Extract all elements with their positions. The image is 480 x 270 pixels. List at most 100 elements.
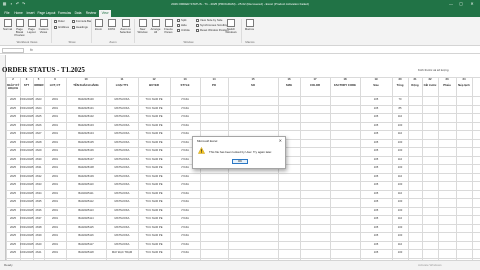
zoom-to-selection-button[interactable]: Zoom to Selection [119, 19, 132, 34]
table-cell[interactable]: MATSUOKA [106, 243, 138, 247]
table-cell[interactable]: MATSUOKA [106, 149, 138, 153]
table-cell[interactable]: 2624 [33, 107, 44, 111]
table-cell[interactable]: 2601 [44, 183, 66, 187]
table-cell[interactable]: TCU NL00 PE [138, 107, 170, 111]
table-cell[interactable]: 2601 [44, 217, 66, 221]
table-cell[interactable]: 2631 [33, 166, 44, 170]
table-cell[interactable]: TCU NL00 PE [138, 141, 170, 145]
table-cell[interactable]: 105 [360, 166, 392, 170]
table-cell[interactable]: 2626 [33, 124, 44, 128]
table-cell[interactable]: 2601 [44, 115, 66, 119]
table-cell[interactable]: 105 [360, 141, 392, 145]
table-cell[interactable]: BA02025109 [66, 175, 106, 179]
synchronous-scrolling-option[interactable]: Synchronous Scrolling [196, 23, 228, 27]
table-cell[interactable]: BA02025101 [66, 107, 106, 111]
table-cell[interactable]: 100 [392, 200, 408, 204]
table-cell[interactable]: JY16A [170, 200, 200, 204]
table-cell[interactable]: 2025 [6, 192, 20, 196]
column-header[interactable]: Cắt trước [422, 83, 438, 87]
table-cell[interactable]: 15/01/2025 [20, 141, 33, 145]
table-cell[interactable]: MATSUOKA [106, 217, 138, 221]
table-cell[interactable]: 105 [360, 149, 392, 153]
table-cell[interactable]: 105 [360, 107, 392, 111]
table-cell[interactable]: BA02025105 [66, 141, 106, 145]
table-cell[interactable]: 105 [360, 158, 392, 162]
view-side-by-side-option[interactable]: View Side by Side [196, 18, 223, 22]
table-cell[interactable]: 15/01/2025 [20, 209, 33, 213]
table-cell[interactable]: JY16A [170, 107, 200, 111]
page-break-preview-button[interactable]: Page Break Preview [14, 19, 25, 38]
table-cell[interactable]: BA02025113 [66, 209, 106, 213]
table-cell[interactable]: BA02025116 [66, 234, 106, 238]
tab-view[interactable]: View [99, 10, 111, 17]
table-cell[interactable]: 105 [360, 98, 392, 102]
table-cell[interactable]: 2025 [6, 183, 20, 187]
table-cell[interactable]: 2601 [44, 141, 66, 145]
table-cell[interactable]: 15/01/2025 [20, 98, 33, 102]
table-cell[interactable]: 2601 [44, 98, 66, 102]
column-header[interactable]: SIZE [278, 83, 300, 87]
column-header[interactable]: BUYER [138, 83, 170, 87]
minimize-button[interactable]: — [446, 1, 456, 7]
table-cell[interactable]: MATSUOKA [106, 200, 138, 204]
table-cell[interactable]: 2025 [6, 132, 20, 136]
table-cell[interactable]: 15/01/2025 [20, 200, 33, 204]
table-cell[interactable]: TCU NL00 PE [138, 217, 170, 221]
table-cell[interactable]: 2601 [44, 200, 66, 204]
table-cell[interactable]: TCU NL00 PE [138, 226, 170, 230]
table-cell[interactable]: MATSUOKA [106, 183, 138, 187]
table-cell[interactable]: 15/01/2025 [20, 175, 33, 179]
table-cell[interactable]: MATSUOKA [106, 132, 138, 136]
table-cell[interactable]: 2025 [6, 141, 20, 145]
table-cell[interactable]: JY16A [170, 251, 200, 255]
table-cell[interactable]: JY16A [170, 115, 200, 119]
table-cell[interactable]: MATSUOKA [106, 192, 138, 196]
table-cell[interactable]: 85 [392, 107, 408, 111]
table-cell[interactable]: 2628 [33, 141, 44, 145]
table-cell[interactable]: JY16A [170, 234, 200, 238]
table-cell[interactable]: MATSUOKA [106, 141, 138, 145]
table-cell[interactable]: 2601 [44, 107, 66, 111]
table-cell[interactable]: 2601 [44, 158, 66, 162]
table-cell[interactable]: 2601 [44, 226, 66, 230]
table-cell[interactable]: 105 [360, 183, 392, 187]
table-cell[interactable]: 110 [392, 192, 408, 196]
table-cell[interactable]: 2025 [6, 200, 20, 204]
table-cell[interactable]: BA02025107 [66, 158, 106, 162]
table-cell[interactable]: 105 [360, 234, 392, 238]
table-cell[interactable]: 70 [392, 98, 408, 102]
arrange-all-button[interactable]: Arrange All [150, 19, 161, 34]
table-cell[interactable]: 2601 [44, 243, 66, 247]
table-cell[interactable]: TCU NL00 PE [138, 115, 170, 119]
table-cell[interactable]: 100 [392, 251, 408, 255]
tab-home[interactable]: Home [13, 10, 24, 17]
name-box[interactable] [2, 48, 24, 53]
table-cell[interactable]: 2635 [33, 200, 44, 204]
table-cell[interactable]: 15/01/2025 [20, 124, 33, 128]
column-header[interactable]: SO [228, 83, 278, 87]
table-cell[interactable]: 2637 [33, 217, 44, 221]
table-cell[interactable]: 2601 [44, 251, 66, 255]
table-cell[interactable]: BA02025117 [66, 243, 106, 247]
tab-data[interactable]: Data [73, 10, 83, 17]
ruler-checkbox[interactable]: Ruler [54, 19, 65, 23]
table-cell[interactable]: JY16A [170, 175, 200, 179]
column-header[interactable]: NGÀY KÝ HOẠCH [6, 83, 20, 90]
table-cell[interactable]: 2601 [44, 166, 66, 170]
table-cell[interactable]: 2601 [44, 124, 66, 128]
table-cell[interactable]: TCU NL00 PE [138, 98, 170, 102]
table-cell[interactable]: 105 [360, 243, 392, 247]
table-cell[interactable]: 15/01/2025 [20, 234, 33, 238]
table-cell[interactable]: 2025 [6, 175, 20, 179]
column-header[interactable]: FACTORY CODE [330, 83, 360, 87]
table-cell[interactable]: BA02025110 [66, 183, 106, 187]
table-cell[interactable]: 100 [392, 234, 408, 238]
table-cell[interactable]: 2025 [6, 115, 20, 119]
table-cell[interactable]: MATSUOKA [106, 98, 138, 102]
table-cell[interactable]: 110 [392, 217, 408, 221]
zoom-100-button[interactable]: 100% [106, 19, 117, 31]
table-cell[interactable]: TCU NL00 PE [138, 234, 170, 238]
formula-bar-checkbox[interactable]: Formula Bar [72, 19, 91, 23]
table-cell[interactable]: 2636 [33, 209, 44, 213]
table-cell[interactable]: JY16A [170, 192, 200, 196]
